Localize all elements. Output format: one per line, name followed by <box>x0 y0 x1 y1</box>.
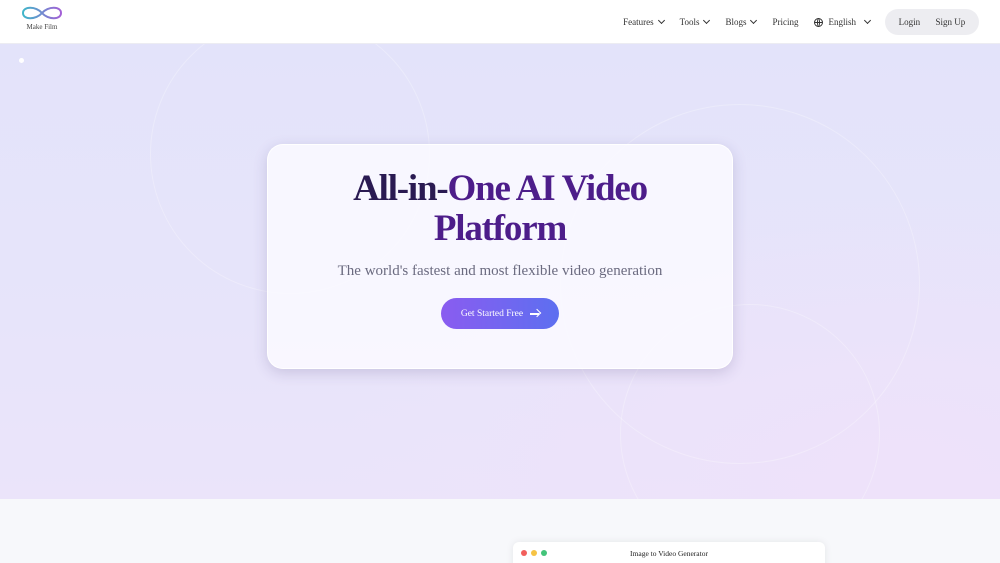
hero-title-part2: One AI Video <box>447 168 648 209</box>
chevron-down-icon <box>657 16 665 25</box>
nav-tools-label: Tools <box>679 17 700 27</box>
language-label: English <box>828 17 856 27</box>
nav-blogs[interactable]: Blogs <box>725 16 758 27</box>
nav-pricing[interactable]: Pricing <box>772 17 798 27</box>
chevron-down-icon <box>750 16 758 25</box>
hero-title-part1: All-in- <box>353 168 449 209</box>
brand-name: Make Film <box>26 23 58 31</box>
auth-buttons: Login Sign Up <box>885 9 979 35</box>
nav-blogs-label: Blogs <box>725 17 747 27</box>
nav-features[interactable]: Features <box>623 16 665 27</box>
hero-subtitle: The world's fastest and most flexible vi… <box>337 263 663 279</box>
nav-pricing-label: Pricing <box>772 17 799 27</box>
get-started-label: Get Started Free <box>460 308 524 319</box>
language-selector[interactable]: English <box>814 16 872 27</box>
brand-logo[interactable]: Make Film <box>20 6 64 31</box>
hero-title-part3: Platform <box>433 208 567 249</box>
hero-card: All-in-One AI Video Platform The world's… <box>267 144 733 369</box>
hero-title: All-in-One AI Video Platform <box>290 169 710 249</box>
nav-features-label: Features <box>623 17 654 27</box>
preview-window-title: Image to Video Generator <box>630 549 708 558</box>
top-navbar: Make Film Features Tools Blogs Pricing E… <box>0 0 1000 44</box>
get-started-button[interactable]: Get Started Free <box>441 298 559 329</box>
hero-section: All-in-One AI Video Platform The world's… <box>0 44 1000 499</box>
feature-section: Image to Video Generator <box>0 499 1000 563</box>
decorative-dot <box>19 58 24 63</box>
main-nav: Features Tools Blogs Pricing English <box>623 0 872 44</box>
infinity-logo-icon <box>21 6 63 20</box>
chevron-down-icon <box>703 16 711 25</box>
chevron-down-icon <box>863 16 872 25</box>
preview-window: Image to Video Generator <box>513 542 825 563</box>
globe-icon <box>814 17 824 27</box>
arrow-right-icon <box>530 312 540 315</box>
signup-button[interactable]: Sign Up <box>936 17 966 27</box>
nav-tools[interactable]: Tools <box>679 16 711 27</box>
login-button[interactable]: Login <box>899 17 921 27</box>
